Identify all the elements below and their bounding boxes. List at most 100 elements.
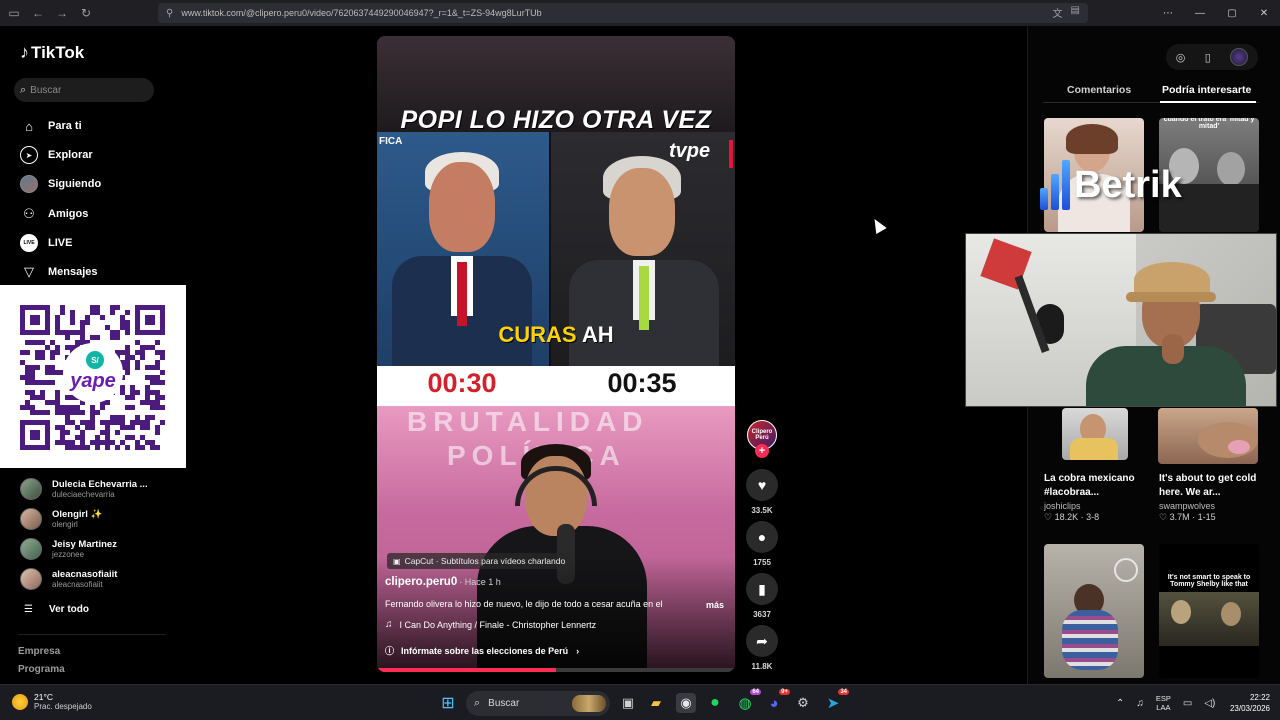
follow-plus-button[interactable]: + bbox=[755, 444, 769, 458]
video-title-overlay: POPI LO HIZO OTRA VEZ bbox=[400, 106, 712, 134]
card-user: swampwolves bbox=[1159, 501, 1216, 511]
address-bar[interactable]: ⚲ www.tiktok.com/@clipero.peru0/video/76… bbox=[158, 3, 1088, 23]
weather-widget[interactable]: 21°C Prac. despejado bbox=[12, 692, 92, 712]
file-explorer-icon[interactable]: ▰ bbox=[646, 693, 666, 713]
card-user: joshiclips bbox=[1044, 501, 1081, 511]
tab-strip-icon[interactable]: ▭ bbox=[4, 3, 24, 23]
yape-logo-text: yape bbox=[69, 370, 116, 392]
sidebar-item-explorar[interactable]: ➤ Explorar bbox=[20, 146, 93, 164]
following-item[interactable]: Dulecia Echevarria ... duleciaechevarria bbox=[20, 478, 148, 500]
forward-arrow-icon[interactable]: → bbox=[52, 3, 72, 23]
reader-icon[interactable]: ▤ bbox=[1071, 5, 1080, 20]
whatsapp-badge: 64 bbox=[750, 689, 761, 695]
spotify-icon[interactable]: ● bbox=[705, 693, 725, 713]
recommended-card[interactable]: La cobra mexicano #lacobraa... joshiclip… bbox=[1044, 472, 1148, 523]
compass-icon: ➤ bbox=[20, 146, 38, 164]
tab-comentarios[interactable]: Comentarios bbox=[1067, 84, 1131, 96]
browser-toolbar: ▭ ← → ↻ ⚲ www.tiktok.com/@clipero.peru0/… bbox=[0, 0, 1280, 26]
save-button[interactable]: ▮ bbox=[746, 573, 778, 605]
sidebar-item-para-ti[interactable]: ⌂ Para ti bbox=[20, 117, 82, 135]
minimize-button[interactable]: — bbox=[1184, 0, 1216, 26]
people-icon: ⚇ bbox=[23, 206, 35, 221]
network-icon[interactable]: ▭ bbox=[1183, 698, 1192, 709]
sidebar-item-siguiendo[interactable]: Siguiendo bbox=[20, 175, 101, 193]
sidebar-item-label: Amigos bbox=[48, 208, 89, 220]
search-input[interactable]: ⌕ Buscar bbox=[14, 78, 154, 102]
compass-icon[interactable]: ◎ bbox=[1176, 51, 1186, 64]
chevron-up-icon[interactable]: ⌃ bbox=[1116, 698, 1124, 709]
site-info-icon[interactable]: ⚲ bbox=[166, 8, 173, 19]
card-stats: ♡ 18.2K · 3-8 bbox=[1044, 512, 1100, 522]
following-handle: aleacnasofiaiit bbox=[52, 579, 103, 589]
following-item[interactable]: Olengirl ✨ olengirl bbox=[20, 508, 102, 530]
url-text: www.tiktok.com/@clipero.peru0/video/7620… bbox=[181, 8, 542, 18]
settings-gear-icon[interactable]: ⚙ bbox=[793, 693, 813, 713]
maximize-button[interactable]: ▢ bbox=[1216, 0, 1248, 26]
address-bar-actions: 文 ▤ bbox=[1053, 5, 1080, 20]
see-all-link[interactable]: ☰ Ver todo bbox=[24, 604, 89, 615]
extensions-icon[interactable]: ⋯ bbox=[1152, 0, 1184, 26]
windows-start-icon[interactable]: ⊞ bbox=[438, 693, 458, 713]
capcut-tag[interactable]: ▣ CapCut · Subtítulos para vídeos charla… bbox=[387, 553, 572, 569]
browser-app-icon[interactable]: ◉ bbox=[676, 693, 696, 713]
footer-link-empresa[interactable]: Empresa bbox=[18, 646, 60, 657]
tiktok-logo[interactable]: ♪ TikTok bbox=[20, 42, 84, 63]
sidebar-item-mensajes[interactable]: ▽ Mensajes bbox=[20, 263, 98, 281]
card-stats: ♡ 3.7M · 1-15 bbox=[1159, 512, 1216, 522]
translate-icon[interactable]: 文 bbox=[1053, 5, 1063, 20]
like-button[interactable]: ♥ bbox=[746, 469, 778, 501]
task-view-icon[interactable]: ▣ bbox=[618, 693, 638, 713]
recommended-card[interactable]: It's about to get cold here. We ar... sw… bbox=[1159, 472, 1263, 523]
avatar bbox=[20, 478, 42, 500]
recommended-thumbnail[interactable] bbox=[1044, 544, 1144, 678]
yape-badge-text: S/ bbox=[91, 356, 99, 365]
telegram-icon[interactable]: ➤ 34 bbox=[823, 689, 849, 713]
close-button[interactable]: ✕ bbox=[1248, 0, 1280, 26]
microphone-icon[interactable]: ♫ bbox=[1136, 698, 1144, 709]
recommended-thumbnail[interactable] bbox=[1062, 408, 1128, 460]
taskbar-search[interactable]: ⌕ Buscar bbox=[466, 691, 610, 716]
following-item[interactable]: Jeisy Martinez jezzonee bbox=[20, 538, 117, 560]
sidebar-item-live[interactable]: LIVE LIVE bbox=[20, 234, 72, 252]
recommended-thumbnail[interactable] bbox=[1158, 408, 1258, 464]
music-link[interactable]: ♫ I Can Do Anything / Finale - Christoph… bbox=[385, 619, 596, 630]
language-indicator[interactable]: ESP LAA bbox=[1156, 694, 1171, 712]
reload-icon[interactable]: ↻ bbox=[76, 3, 96, 23]
comment-button[interactable]: ● bbox=[746, 521, 778, 553]
clock-date: 23/03/2026 bbox=[1229, 704, 1270, 713]
back-arrow-icon[interactable]: ← bbox=[28, 3, 48, 23]
profile-avatar[interactable] bbox=[1230, 48, 1249, 66]
debate-right-panel bbox=[551, 132, 735, 410]
avatar-icon bbox=[20, 175, 38, 193]
video-player[interactable]: POPI LO HIZO OTRA VEZ FICA tvpe CURAS AH… bbox=[377, 36, 735, 672]
author-name: clipero.peru0 bbox=[385, 576, 458, 588]
following-item[interactable]: aleacnasofiaiit aleacnasofiaiit bbox=[20, 568, 117, 590]
sidebar-item-amigos[interactable]: ⚇ Amigos bbox=[20, 205, 88, 223]
sun-icon bbox=[12, 694, 28, 710]
taskbar-clock[interactable]: 22:22 23/03/2026 bbox=[1222, 692, 1270, 714]
footer-link-programa[interactable]: Programa bbox=[18, 664, 65, 675]
video-progress-fill bbox=[377, 668, 556, 672]
tab-podria-interesarte[interactable]: Podría interesarte bbox=[1162, 84, 1251, 96]
betrik-watermark: Betrik bbox=[1040, 160, 1182, 210]
video-description: Fernando olivera lo hizo de nuevo, le di… bbox=[385, 599, 663, 609]
election-info-link[interactable]: ⓘ Infórmate sobre las elecciones de Perú… bbox=[385, 644, 579, 657]
tvpe-accent-bar bbox=[729, 140, 733, 168]
avatar bbox=[20, 568, 42, 590]
capcut-text: CapCut · Subtítulos para vídeos charland… bbox=[404, 556, 566, 566]
following-handle: duleciaechevarria bbox=[52, 489, 115, 499]
phone-icon[interactable]: ▯ bbox=[1205, 51, 1211, 64]
taskbar-search-text: Buscar bbox=[488, 698, 520, 709]
discord-icon[interactable]: ◕ 9+ bbox=[764, 689, 790, 713]
following-name: Dulecia Echevarria ... bbox=[52, 478, 148, 490]
avatar bbox=[20, 508, 42, 530]
volume-icon[interactable]: ◁) bbox=[1204, 698, 1215, 709]
search-placeholder: Buscar bbox=[30, 84, 62, 96]
more-link[interactable]: más bbox=[706, 600, 724, 610]
recommended-thumbnail[interactable]: It's not smart to speak to Tommy Shelby … bbox=[1159, 544, 1259, 678]
video-author[interactable]: clipero.peru0 · Hace 1 h bbox=[385, 576, 501, 588]
share-button[interactable]: ➦ bbox=[746, 625, 778, 657]
divider bbox=[18, 634, 166, 635]
whatsapp-icon[interactable]: ◍ 64 bbox=[735, 689, 761, 713]
post-time: · Hace 1 h bbox=[459, 577, 501, 587]
